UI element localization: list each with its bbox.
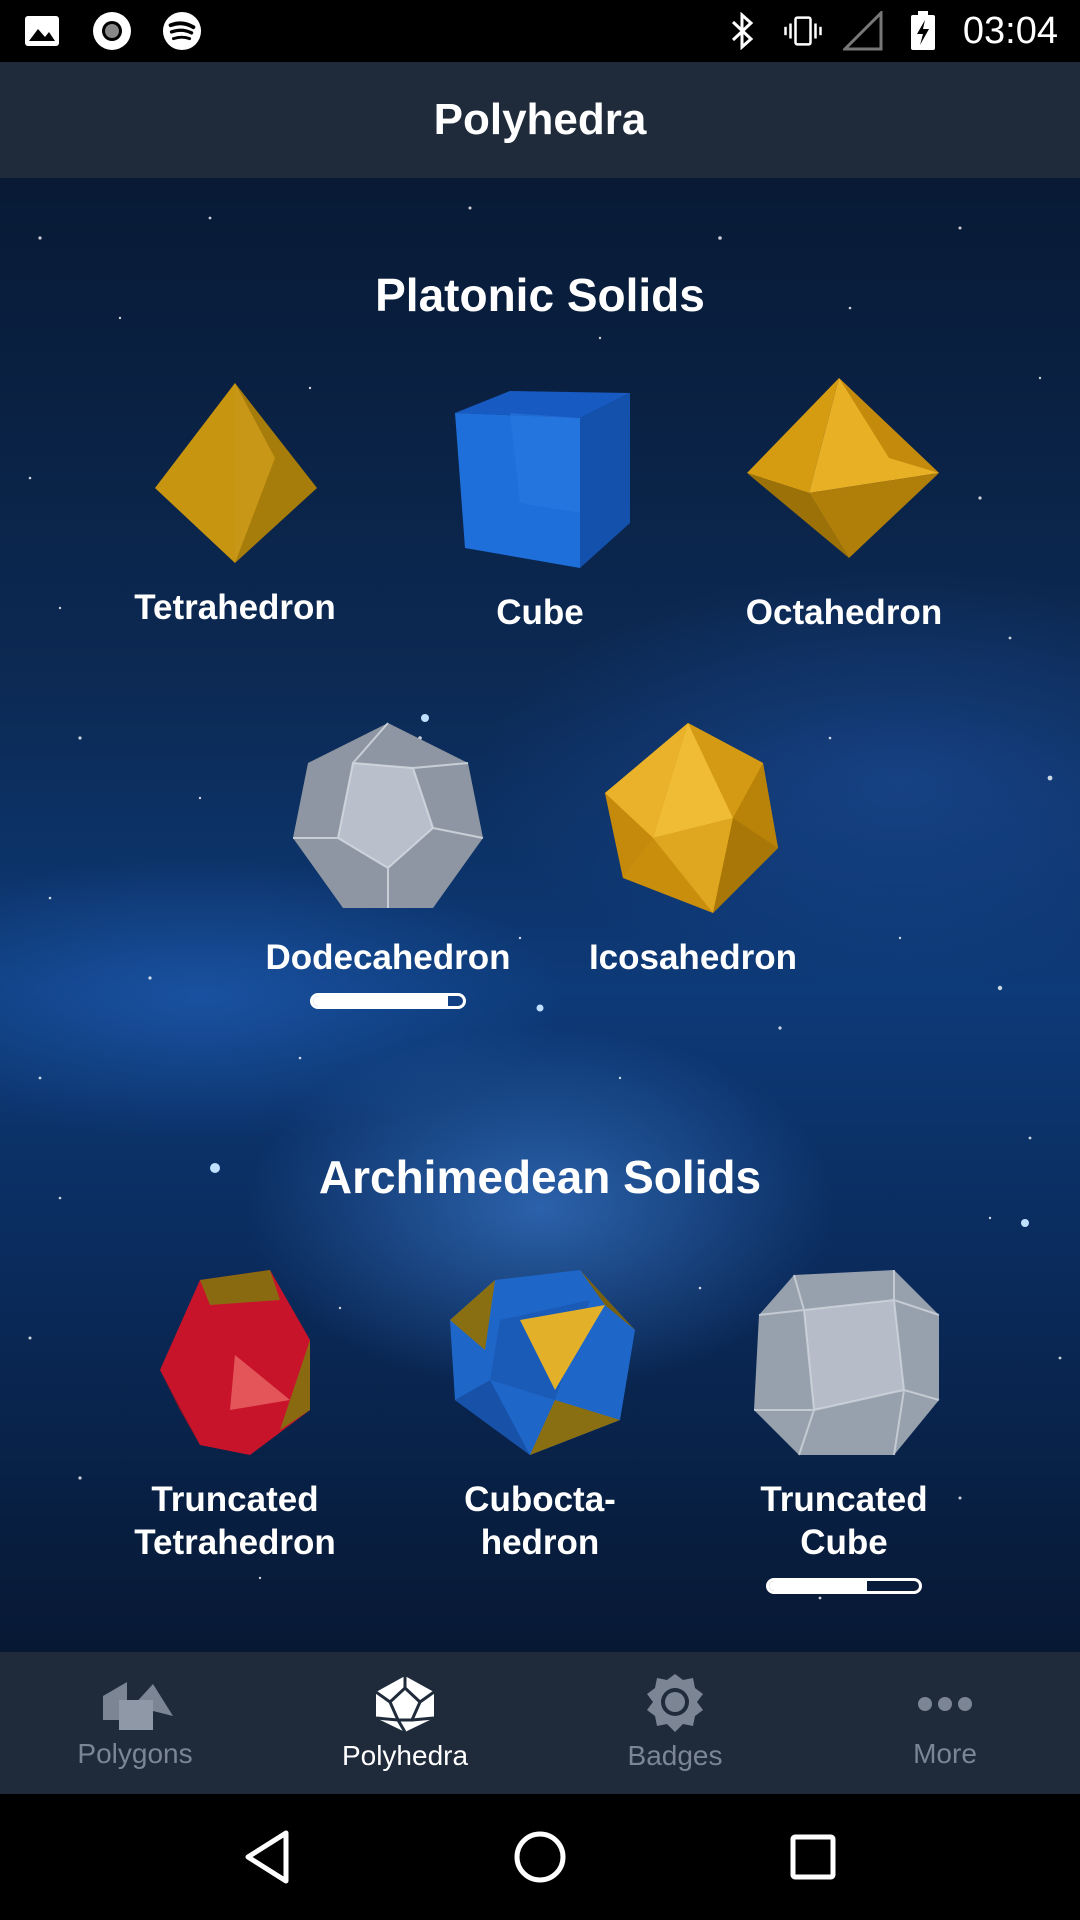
more-icon <box>918 1697 972 1711</box>
progress-bar <box>310 993 466 1009</box>
section-title-archimedean: Archimedean Solids <box>318 1151 762 1203</box>
recents-button[interactable] <box>773 1817 853 1897</box>
image-icon <box>22 11 62 51</box>
nav-label: More <box>913 1738 977 1769</box>
nav-label: Polyhedra <box>341 1740 469 1771</box>
badge-icon <box>647 1674 703 1732</box>
polyhedron-truncated-cube[interactable]: Truncated Cube <box>694 1260 994 1594</box>
label-line-2: Cube <box>800 1523 888 1562</box>
page-title: Polyhedra <box>433 95 647 144</box>
item-label: Tetrahedron <box>134 588 336 627</box>
label-line-1: Truncated <box>760 1480 928 1519</box>
recents-icon <box>790 1834 836 1880</box>
vibrate-icon <box>783 11 823 51</box>
nav-tab-more[interactable]: More <box>810 1652 1080 1794</box>
back-icon <box>245 1830 289 1884</box>
polyhedron-icosahedron[interactable]: Icosahedron <box>543 718 843 979</box>
nav-label: Polygons <box>77 1738 193 1769</box>
polyhedron-dodecahedron[interactable]: Dodecahedron <box>238 718 538 1009</box>
spotify-icon <box>162 11 202 51</box>
truncated-tetrahedron-icon <box>160 1270 310 1455</box>
record-icon <box>92 11 132 51</box>
dodecahedron-icon <box>293 722 484 908</box>
nav-tab-polygons[interactable]: Polygons <box>0 1652 270 1794</box>
status-time: 03:04 <box>962 9 1058 52</box>
item-label: Octahedron <box>745 593 943 632</box>
battery-charging-icon <box>903 11 943 51</box>
nav-tab-badges[interactable]: Badges <box>540 1652 810 1794</box>
status-bar: 03:04 <box>0 0 1080 62</box>
octahedron-icon <box>747 378 939 558</box>
polyhedron-tetrahedron[interactable]: Tetrahedron <box>85 378 385 629</box>
progress-fill <box>769 1581 867 1591</box>
item-label: Dodecahedron <box>265 938 511 977</box>
cuboctahedron-icon <box>450 1270 635 1455</box>
bluetooth-icon <box>723 11 763 51</box>
truncated-cube-icon <box>754 1270 940 1456</box>
home-button[interactable] <box>500 1817 580 1897</box>
label-line-1: Cubocta- <box>464 1480 616 1519</box>
system-nav-bar <box>0 1794 1080 1920</box>
nav-label: Badges <box>627 1740 723 1771</box>
polyhedra-icon <box>375 1676 435 1733</box>
section-title-platonic: Platonic Solids <box>375 269 705 321</box>
item-label: Cube <box>496 593 584 632</box>
app-bar: Polyhedra <box>0 62 1080 178</box>
cube-icon <box>455 391 630 568</box>
item-label: Icosahedron <box>588 938 798 977</box>
tetrahedron-icon <box>155 383 317 563</box>
polyhedron-cuboctahedron[interactable]: Cubocta- hedron <box>390 1260 690 1564</box>
label-line-1: Truncated <box>151 1480 319 1519</box>
polyhedron-octahedron[interactable]: Octahedron <box>694 373 994 634</box>
polygons-icon <box>103 1682 173 1730</box>
polyhedra-list[interactable]: Platonic Solids Tetrahedron Cube Octahed… <box>0 178 1080 1652</box>
bottom-nav: Polygons Polyhedra Badges More <box>0 1652 1080 1794</box>
label-line-2: Tetrahedron <box>134 1523 336 1562</box>
progress-fill <box>313 996 448 1006</box>
signal-icon <box>842 11 883 51</box>
label-line-2: hedron <box>480 1523 600 1562</box>
polyhedron-cube[interactable]: Cube <box>390 373 690 634</box>
item-label: Cubocta- hedron <box>390 1478 690 1564</box>
icosahedron-icon <box>605 723 778 913</box>
item-label: Truncated Cube <box>694 1478 994 1564</box>
progress-bar <box>766 1578 922 1594</box>
nav-tab-polyhedra[interactable]: Polyhedra <box>270 1652 540 1794</box>
back-button[interactable] <box>227 1817 307 1897</box>
item-label: Truncated Tetrahedron <box>85 1478 385 1564</box>
home-icon <box>514 1831 566 1883</box>
polyhedron-truncated-tetrahedron[interactable]: Truncated Tetrahedron <box>85 1260 385 1564</box>
